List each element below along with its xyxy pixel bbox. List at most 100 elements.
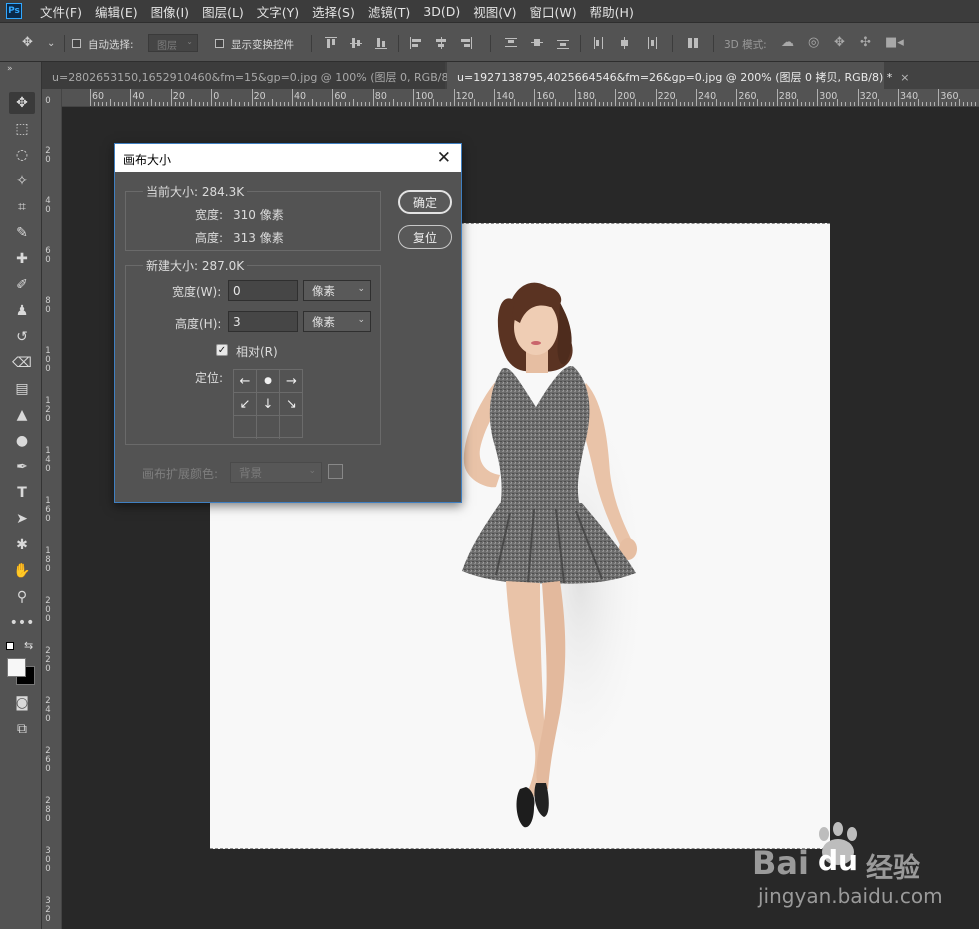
crop-tool-icon[interactable]: ⌗ (9, 196, 35, 218)
menu-layer[interactable]: 图层(L) (202, 2, 244, 21)
type-tool-icon[interactable]: T (9, 482, 35, 504)
menu-filter[interactable]: 滤镜(T) (368, 2, 410, 21)
anchor-top-center[interactable]: ● (257, 370, 280, 393)
magic-wand-tool-icon[interactable]: ✧ (9, 170, 35, 192)
anchor-bottom-right[interactable] (280, 416, 303, 439)
anchor-top-right[interactable]: → (280, 370, 303, 393)
healing-brush-tool-icon[interactable]: ✚ (9, 248, 35, 270)
close-icon[interactable]: × (900, 71, 909, 84)
menu-image[interactable]: 图像(I) (151, 2, 189, 21)
ruler-tick (251, 89, 253, 106)
3d-orbit-icon[interactable]: ☁ (781, 35, 794, 50)
align-hcenter-icon[interactable] (435, 37, 447, 49)
ruler-tick (833, 102, 835, 106)
blur-tool-icon[interactable]: ▲ (9, 404, 35, 426)
dodge-tool-icon[interactable]: ● (9, 430, 35, 452)
pen-tool-icon[interactable]: ✒ (9, 456, 35, 478)
distribute-left-icon[interactable] (593, 37, 605, 49)
watermark-brand-du: du (818, 844, 858, 877)
auto-select-checkbox[interactable] (72, 39, 81, 48)
tab-document-2[interactable]: u=1927138795,4025664546&fm=26&gp=0.jpg @… (447, 62, 909, 89)
align-right-icon[interactable] (460, 37, 472, 49)
custom-shape-tool-icon[interactable]: ✱ (9, 534, 35, 556)
quick-mask-icon[interactable]: ◙ (9, 692, 35, 714)
ruler-tick (94, 102, 96, 106)
align-vcenter-icon[interactable] (350, 37, 362, 49)
anchor-top-left[interactable]: ← (234, 370, 257, 393)
gradient-tool-icon[interactable]: ▤ (9, 378, 35, 400)
ruler-tick (768, 102, 770, 106)
eraser-tool-icon[interactable]: ⌫ (9, 352, 35, 374)
photoshop-logo-icon[interactable]: Ps (6, 3, 22, 19)
ruler-tick (966, 102, 968, 106)
history-brush-tool-icon[interactable]: ↺ (9, 326, 35, 348)
3d-roll-icon[interactable]: ◎ (808, 35, 819, 50)
swap-colors-icon[interactable]: ⇆ (24, 639, 33, 652)
distribute-vcenter-icon[interactable] (531, 37, 543, 49)
menu-3d[interactable]: 3D(D) (423, 4, 460, 19)
relative-checkbox[interactable]: ✓ (216, 344, 228, 356)
menu-view[interactable]: 视图(V) (473, 2, 516, 21)
align-top-icon[interactable] (325, 37, 337, 49)
marquee-tool-icon[interactable]: ⬚ (9, 118, 35, 140)
ruler-tick (918, 99, 920, 106)
menu-type[interactable]: 文字(Y) (257, 2, 299, 21)
zoom-tool-icon[interactable]: ⚲ (9, 586, 35, 608)
eyedropper-tool-icon[interactable]: ✎ (9, 222, 35, 244)
menu-file[interactable]: 文件(F) (40, 2, 82, 21)
move-tool-icon[interactable]: ✥ (9, 92, 35, 114)
collapse-arrows-icon[interactable]: » (7, 64, 13, 74)
height-unit-select[interactable]: 像素 ⌄ (303, 311, 371, 332)
ruler-label: 320 (859, 91, 878, 102)
foreground-color-swatch[interactable] (7, 658, 26, 677)
close-icon[interactable]: ✕ (437, 148, 451, 168)
ruler-digit: 0 (45, 96, 51, 106)
vertical-ruler[interactable]: 0204060801001201401601802002202402602803… (42, 89, 62, 929)
ruler-label: 100 (415, 91, 434, 102)
menu-help[interactable]: 帮助(H) (590, 2, 634, 21)
align-bottom-icon[interactable] (375, 37, 387, 49)
menu-select[interactable]: 选择(S) (312, 2, 355, 21)
anchor-bottom-center[interactable] (257, 416, 280, 439)
tab-document-1[interactable]: u=2802653150,1652910460&fm=15&gp=0.jpg @… (42, 62, 479, 89)
chevron-down-icon[interactable]: ⌄ (47, 38, 55, 49)
anchor-bottom-left[interactable] (234, 416, 257, 439)
ruler-digit: 0 (45, 255, 51, 265)
move-tool-icon[interactable]: ✥ (22, 35, 33, 50)
width-input[interactable] (228, 280, 298, 301)
hand-tool-icon[interactable]: ✋ (9, 560, 35, 582)
extension-color-swatch (328, 464, 343, 479)
distribute-right-icon[interactable] (645, 37, 657, 49)
screen-mode-icon[interactable]: ⧉ (9, 718, 35, 740)
3d-scale-icon[interactable]: ■◂ (885, 35, 904, 50)
3d-pan-icon[interactable]: ✥ (834, 35, 845, 50)
ruler-tick (805, 102, 807, 106)
anchor-middle-right[interactable]: ↘ (280, 393, 303, 416)
menu-edit[interactable]: 编辑(E) (95, 2, 138, 21)
width-unit-select[interactable]: 像素 ⌄ (303, 280, 371, 301)
ok-button[interactable]: 确定 (398, 190, 452, 214)
menu-window[interactable]: 窗口(W) (530, 2, 577, 21)
3d-slide-icon[interactable]: ✣ (860, 35, 871, 50)
brush-tool-icon[interactable]: ✐ (9, 274, 35, 296)
show-transform-checkbox[interactable] (215, 39, 224, 48)
reset-button[interactable]: 复位 (398, 225, 452, 249)
auto-select-dropdown[interactable]: 图层 ⌄ (148, 34, 198, 52)
clone-stamp-tool-icon[interactable]: ♟ (9, 300, 35, 322)
distribute-bottom-icon[interactable] (557, 37, 569, 49)
align-left-icon[interactable] (410, 37, 422, 49)
lasso-tool-icon[interactable]: ◌ (9, 144, 35, 166)
anchor-middle-center[interactable]: ↓ (257, 393, 280, 416)
default-colors-icon[interactable] (6, 642, 14, 650)
horizontal-ruler[interactable]: 60 40 20 0 20 40 60 80 100 120 140 160 180 200 220 240 2… (62, 89, 979, 107)
height-input[interactable] (228, 311, 298, 332)
ruler-tick (203, 102, 205, 106)
auto-align-layers-icon[interactable] (687, 37, 699, 49)
dialog-title-bar[interactable]: 画布大小 ✕ (115, 144, 461, 172)
distribute-hcenter-icon[interactable] (619, 37, 631, 49)
more-tools-icon[interactable]: ••• (9, 612, 35, 634)
ruler-label: 220 (657, 91, 676, 102)
path-selection-tool-icon[interactable]: ➤ (9, 508, 35, 530)
distribute-top-icon[interactable] (505, 37, 517, 49)
anchor-middle-left[interactable]: ↙ (234, 393, 257, 416)
